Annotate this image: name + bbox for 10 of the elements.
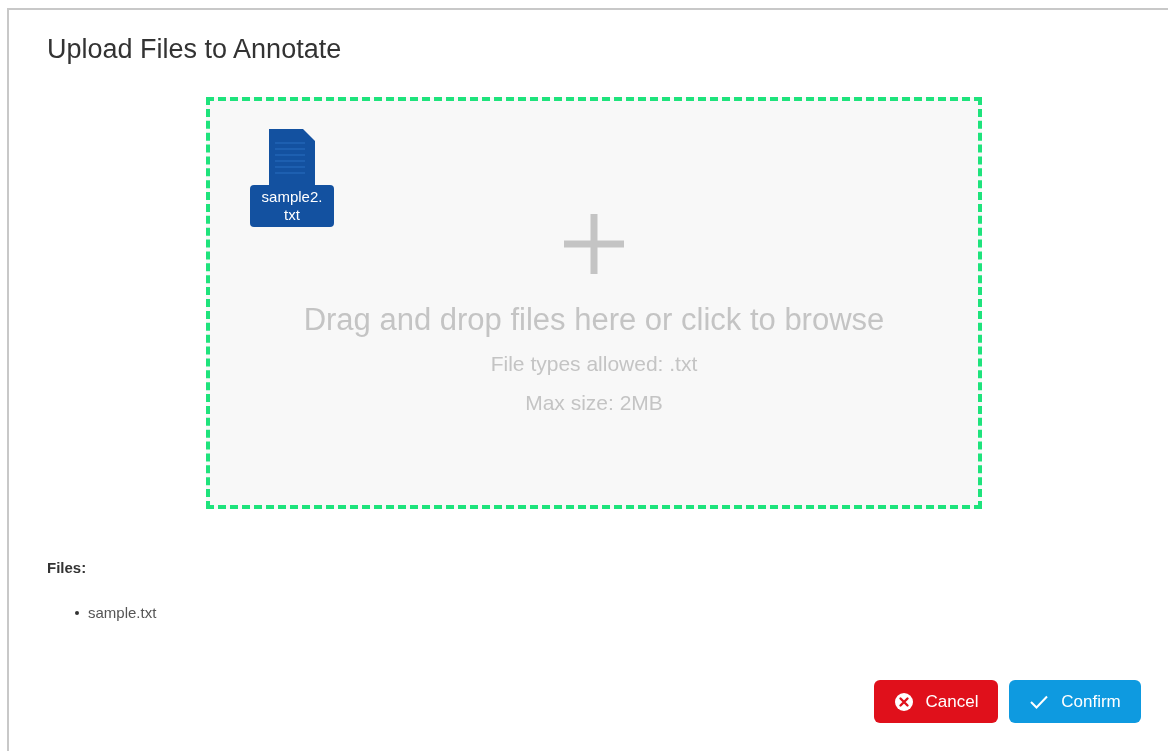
plus-icon — [564, 214, 624, 274]
dialog-title: Upload Files to Annotate — [47, 36, 342, 63]
file-icon — [269, 129, 315, 185]
check-icon — [1029, 693, 1050, 710]
bullet-icon — [75, 610, 79, 615]
file-name-label[interactable]: sample2. txt — [250, 185, 334, 227]
files-heading: Files: — [47, 558, 87, 578]
file-list-item: sample.txt — [88, 602, 157, 623]
cancel-button[interactable]: Cancel — [874, 680, 998, 723]
close-icon — [893, 691, 914, 712]
